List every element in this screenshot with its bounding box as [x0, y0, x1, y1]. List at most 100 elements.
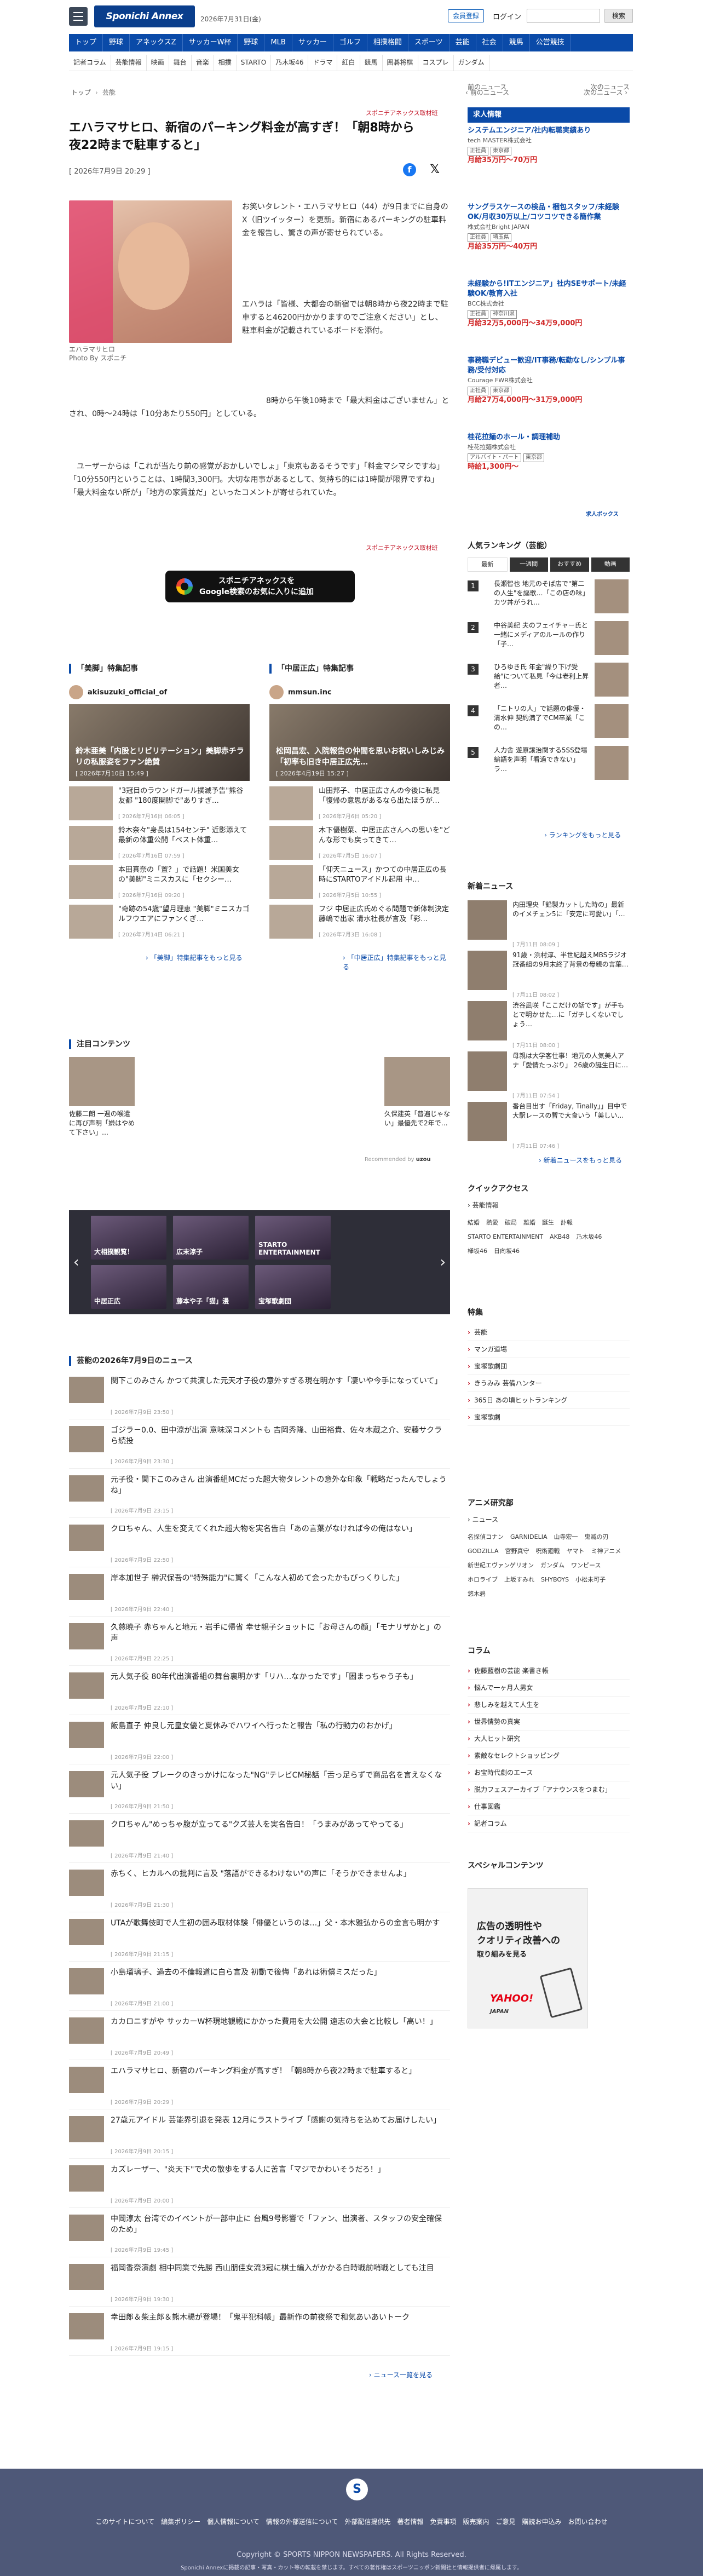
news-row[interactable]: クロちゃん"めっちゃ腹が立ってる"クズ芸人を実名告白！「うまみがあってやってる」…: [69, 1816, 450, 1863]
news-row[interactable]: カカロニすがや サッカーW杯現地観戦にかかった費用を大公開 遠志の大会と比較し「…: [69, 2013, 450, 2060]
feature-item[interactable]: きうみみ 芸備ハンター: [468, 1375, 630, 1392]
job-item[interactable]: 事務職デビュー歓迎/IT事務/転勤なし/シンプル事務/受付対応 Courage F…: [468, 356, 630, 405]
anime-tag[interactable]: 新世紀エヴァンゲリオン: [468, 1559, 534, 1573]
prev-news-link-side[interactable]: 前のニュース: [468, 82, 506, 91]
ranking-item[interactable]: 2 中谷美紀 夫のフェイチャー氏と一緒にメディアのルールの作り「子…: [468, 619, 630, 658]
subnav-item[interactable]: 乃木坂46: [271, 55, 309, 71]
login-link[interactable]: ログイン: [493, 11, 521, 21]
footer-logo[interactable]: S: [346, 2479, 368, 2500]
nav-item[interactable]: サッカー: [292, 34, 333, 51]
anime-tag[interactable]: GARNIDELIA: [510, 1530, 547, 1544]
job-item[interactable]: 桂花拉麺のホール・調理補助 桂花拉麺株式会社 アルバイト・パート 東京都 時給1,300…: [468, 433, 630, 472]
subnav-item[interactable]: STARTO: [237, 55, 272, 71]
new-news-item[interactable]: 番台目出す「Friday, Tinally」」目中で大駅レースの暫で大食いう「美…: [468, 1102, 630, 1151]
carousel-item[interactable]: STARTO ENTERTAINMENT: [255, 1216, 331, 1260]
column-item[interactable]: 記者コラム: [468, 1815, 630, 1832]
special-item[interactable]: "奇跡の54歳"望月理恵 "美脚"ミニスカゴルフウエアにファンくぎ… [ 2026…: [69, 905, 250, 941]
register-button[interactable]: 会員登録: [448, 9, 485, 22]
carousel-item[interactable]: 大相撲観覧！: [91, 1216, 166, 1260]
google-favorite-button[interactable]: スポニチアネックスを Google検索のお気に入りに追加: [165, 571, 355, 602]
news-row[interactable]: 幸田郎＆柴主郎＆熊木楊が登場！「鬼平犯科帳」最新作の前夜祭で和気あいあいトーク […: [69, 2309, 450, 2356]
anime-tag[interactable]: ガンダム: [540, 1559, 564, 1573]
anime-tag[interactable]: 悠木碧: [468, 1587, 486, 1601]
special-item[interactable]: 木下優樹菜、中居正広さんへの思いを"どんな形でも戻ってきて… [ 2026年7月5…: [269, 826, 450, 862]
subnav-item[interactable]: 舞台: [169, 55, 192, 71]
ranking-item[interactable]: 3 ひろゆき氏 年金"繰り下げ受給"について私見「今は老利上昇者…: [468, 660, 630, 700]
special-item[interactable]: 鈴木奈々"身長は154センチ" 近影添えて最新の体重公開「ベスト体重… [ 202…: [69, 826, 250, 862]
footer-link[interactable]: 購読お申込み: [522, 2518, 562, 2526]
job-item[interactable]: サングラスケースの検品・梱包スタッフ/未経験OK/月収30万以上/コツコツできる…: [468, 203, 630, 252]
subnav-item[interactable]: コスプレ: [418, 55, 454, 71]
feature-item[interactable]: 宝塚歌劇: [468, 1409, 630, 1426]
quick-access-tag[interactable]: 破局: [505, 1216, 517, 1230]
column-item[interactable]: 悲しみを越えて人生を: [468, 1697, 630, 1714]
footer-link[interactable]: 個人情報について: [207, 2518, 260, 2526]
column-item[interactable]: 仕事図鑑: [468, 1798, 630, 1815]
search-input[interactable]: [527, 9, 600, 23]
footer-link[interactable]: 著者情報: [397, 2518, 423, 2526]
special-hero[interactable]: 松岡昌宏、入院報告の仲間を思いお祝いしみじみ「初率も旧き中居正広先… [ 202…: [269, 704, 450, 781]
news-more-link[interactable]: › ニュース一覧を見る: [369, 2370, 433, 2379]
anime-tag[interactable]: 名探偵コナン: [468, 1530, 504, 1544]
subnav-item[interactable]: 音楽: [192, 55, 214, 71]
subnav-item[interactable]: 紅白: [337, 55, 360, 71]
attention-item[interactable]: 佐藤二朗 一週の喉遣に再び声明「嫌はやめて下さい」…: [69, 1057, 135, 1137]
jobbox-logo[interactable]: 求人ボックス: [586, 509, 619, 518]
special-item[interactable]: "3冠目のラウンドガール撲滅予告"熊谷友都 "180度開脚で"ありすぎ… [ 20…: [69, 786, 250, 823]
ranking-item[interactable]: 5 人力舎 遊原譲治関する5SS登場編語を声明「看過できない」ラ…: [468, 744, 630, 783]
special-hero[interactable]: 鈴木亜美「内股とリビリテーション」美脚赤チラリの私服姿をファン絶賛 [ 2026…: [69, 704, 250, 781]
news-row[interactable]: エハラマサヒロ、新宿のパーキング料金が高すぎ！「朝8時から夜22時まで駐車すると…: [69, 2062, 450, 2109]
nav-item[interactable]: MLB: [264, 34, 292, 51]
quick-access-tag[interactable]: 熱愛: [486, 1216, 498, 1230]
ad-transparency-banner[interactable]: 広告の透明性や クオリティ改善への 取り組みを見る YAHOO! JAPAN: [468, 1888, 588, 2028]
column-item[interactable]: 大人ヒット研究: [468, 1730, 630, 1747]
job-item[interactable]: 未経験から!ITエンジニア」社内SEサポート/未経験OK/教育入社 BCC株式会社…: [468, 279, 630, 329]
next-news-link-side[interactable]: 次のニュース: [591, 82, 630, 91]
subnav-item[interactable]: ガンダム: [454, 55, 489, 71]
column-item[interactable]: 悩んで一ヶ月人男女: [468, 1680, 630, 1697]
anime-tag[interactable]: ワンピース: [571, 1559, 601, 1573]
nav-item[interactable]: 野球: [238, 34, 265, 51]
footer-link[interactable]: 編集ポリシー: [161, 2518, 200, 2526]
site-logo[interactable]: Sponichi Annex: [94, 5, 195, 27]
anime-tag[interactable]: 小松未可子: [575, 1573, 606, 1587]
quick-access-tag[interactable]: 欅坂46: [468, 1244, 487, 1258]
news-row[interactable]: クロちゃん、人生を変えてくれた超大物を実名告白「あの言葉がなければ今の俺はない」…: [69, 1520, 450, 1567]
feature-item[interactable]: 芸能: [468, 1324, 630, 1341]
x-share-icon[interactable]: 𝕏: [428, 163, 441, 176]
nav-item[interactable]: 競馬: [503, 34, 530, 51]
footer-link[interactable]: このサイトについて: [95, 2518, 154, 2526]
news-row[interactable]: カズレーザー、"炎天下"で犬の散歩をする人に苦言「マジでかわいそうだろ！」 [ 2…: [69, 2161, 450, 2208]
tab-recommended[interactable]: おすすめ: [550, 557, 589, 572]
special-item[interactable]: フジ 中居正広氏めぐる問題で新体制決定 藤嶋で出家 清水社長が言及「彩… [ 20…: [269, 905, 450, 941]
footer-link[interactable]: 情報の外部送信について: [266, 2518, 338, 2526]
new-news-item[interactable]: 母親は大学客仕事！地元の人気美人アナ「愛情たっぷり」 26歳の誕生日に… [ 7月…: [468, 1051, 630, 1101]
chevron-right-icon[interactable]: ›: [440, 1254, 446, 1270]
quick-access-tag[interactable]: STARTO ENTERTAINMENT: [468, 1230, 543, 1244]
news-row[interactable]: 元子役・関下このみさん 出演番組MCだった超大物タレントの意外な印象「戦略だった…: [69, 1471, 450, 1518]
instagram-profile[interactable]: mmsun.inc: [269, 682, 450, 702]
anime-tag[interactable]: 宮野真守: [505, 1544, 529, 1559]
news-row[interactable]: 小島瑠璃子、過去の不倫報道に自ら言及 初動で後悔「あれは術償ミスだった」 [ 20…: [69, 1964, 450, 2011]
feature-item[interactable]: 宝塚歌劇団: [468, 1358, 630, 1375]
menu-icon[interactable]: [69, 7, 88, 26]
news-row[interactable]: 岸本加世子 榊沢保吾の"特殊能力"に驚く「こんな人初めて会ったかもびっくりした」…: [69, 1569, 450, 1617]
news-row[interactable]: 元人気子役 80年代出演番組の舞台裏明かす「リハ…なかったです」「困まっちゃう子…: [69, 1668, 450, 1715]
nav-item[interactable]: サッカーW杯: [183, 34, 238, 51]
news-row[interactable]: 赤ちく、ヒカルへの批判に言及 "落語ができるわけない"の声に「そうかできませんよ…: [69, 1865, 450, 1912]
new-news-more-link[interactable]: › 新着ニュースをもっと見る: [539, 1155, 622, 1165]
news-row[interactable]: 福岡香奈演劇 相中同業で先勝 西山朋佳女流3冠に棋士編入がかかる白時戦前哨戦とし…: [69, 2259, 450, 2307]
quick-access-tag[interactable]: 乃木坂46: [576, 1230, 602, 1244]
footer-link[interactable]: 外部配信提供先: [344, 2518, 390, 2526]
special-right-more-link[interactable]: › 「中居正広」特集記事をもっと見る: [343, 953, 450, 971]
feature-item[interactable]: マンガ道場: [468, 1341, 630, 1358]
nav-item[interactable]: アネックスZ: [130, 34, 183, 51]
nav-item[interactable]: 芸能: [450, 34, 476, 51]
news-row[interactable]: ゴジラ－0.0、田中涼が出演 意味深コメントも 吉岡秀隆、山田裕貴、佐々木蔵之介…: [69, 1422, 450, 1469]
news-row[interactable]: 元人気子役 ブレークのきっかけになった"NG"テレビCM秘話「舌っ足らずで商品名…: [69, 1767, 450, 1814]
footer-link[interactable]: ご意見: [496, 2518, 516, 2526]
column-item[interactable]: お宝時代劇のエース: [468, 1764, 630, 1781]
nav-item[interactable]: 相撲格闘: [367, 34, 408, 51]
column-item[interactable]: 世界情勢の真実: [468, 1714, 630, 1730]
breadcrumb-current[interactable]: 芸能: [102, 89, 116, 96]
